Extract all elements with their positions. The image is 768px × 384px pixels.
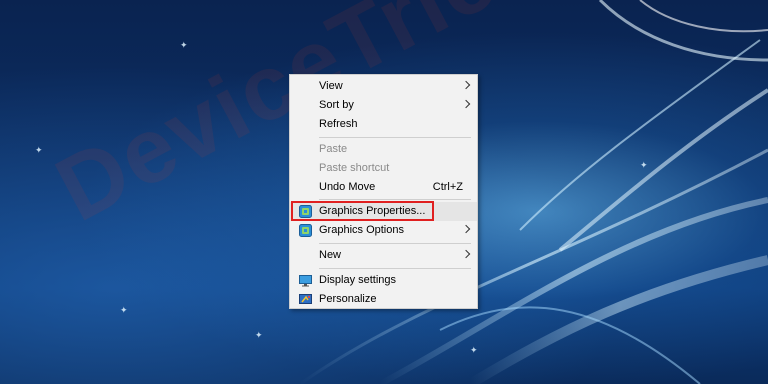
menu-item-new[interactable]: New xyxy=(290,246,477,265)
menu-item-label: Paste shortcut xyxy=(319,162,390,174)
menu-item-label: Paste xyxy=(319,143,348,155)
menu-separator xyxy=(319,137,471,138)
menu-item-label: Personalize xyxy=(319,293,377,305)
display-icon xyxy=(299,274,312,287)
menu-item-label: Refresh xyxy=(319,118,358,130)
chevron-right-icon xyxy=(461,99,471,109)
menu-item-label: View xyxy=(319,80,343,92)
menu-item-graphics-options[interactable]: Graphics Options xyxy=(290,221,477,240)
menu-item-label: Undo Move xyxy=(319,181,376,193)
menu-item-sort-by[interactable]: Sort by xyxy=(290,96,477,115)
menu-item-personalize[interactable]: Personalize xyxy=(290,290,477,309)
menu-item-graphics-properties[interactable]: Graphics Properties... xyxy=(290,201,477,221)
sparkle: ✦ xyxy=(640,160,648,170)
highlight-box xyxy=(291,201,434,221)
chevron-right-icon xyxy=(461,249,471,259)
chevron-right-icon xyxy=(461,224,471,234)
menu-separator xyxy=(319,243,471,244)
sparkle: ✦ xyxy=(180,40,188,50)
menu-item-label: New xyxy=(319,249,342,261)
sparkle: ✦ xyxy=(35,145,43,155)
intel-graphics-icon xyxy=(299,224,312,237)
menu-item-paste: Paste xyxy=(290,140,477,159)
menu-item-label: Sort by xyxy=(319,99,354,111)
personalize-icon xyxy=(299,293,312,306)
chevron-right-icon xyxy=(461,80,471,90)
menu-item-view[interactable]: View xyxy=(290,77,477,96)
desktop-background[interactable]: DeviceTricks ✦ ✦ ✦ ✦ ✦ ✦ View Sort by Re… xyxy=(0,0,768,384)
menu-item-display-settings[interactable]: Display settings xyxy=(290,271,477,290)
sparkle: ✦ xyxy=(470,345,478,355)
menu-item-label: Graphics Options xyxy=(319,224,404,236)
shortcut-text: Ctrl+Z xyxy=(432,181,463,193)
desktop-context-menu: View Sort by Refresh Paste Paste shortcu… xyxy=(289,74,478,309)
menu-separator xyxy=(319,268,471,269)
menu-item-refresh[interactable]: Refresh xyxy=(290,115,477,134)
menu-item-paste-shortcut: Paste shortcut xyxy=(290,159,477,178)
menu-item-undo-move[interactable]: Undo Move Ctrl+Z xyxy=(290,178,477,197)
menu-item-label: Display settings xyxy=(319,274,397,286)
sparkle: ✦ xyxy=(255,330,263,340)
sparkle: ✦ xyxy=(120,305,128,315)
menu-separator xyxy=(319,199,471,200)
